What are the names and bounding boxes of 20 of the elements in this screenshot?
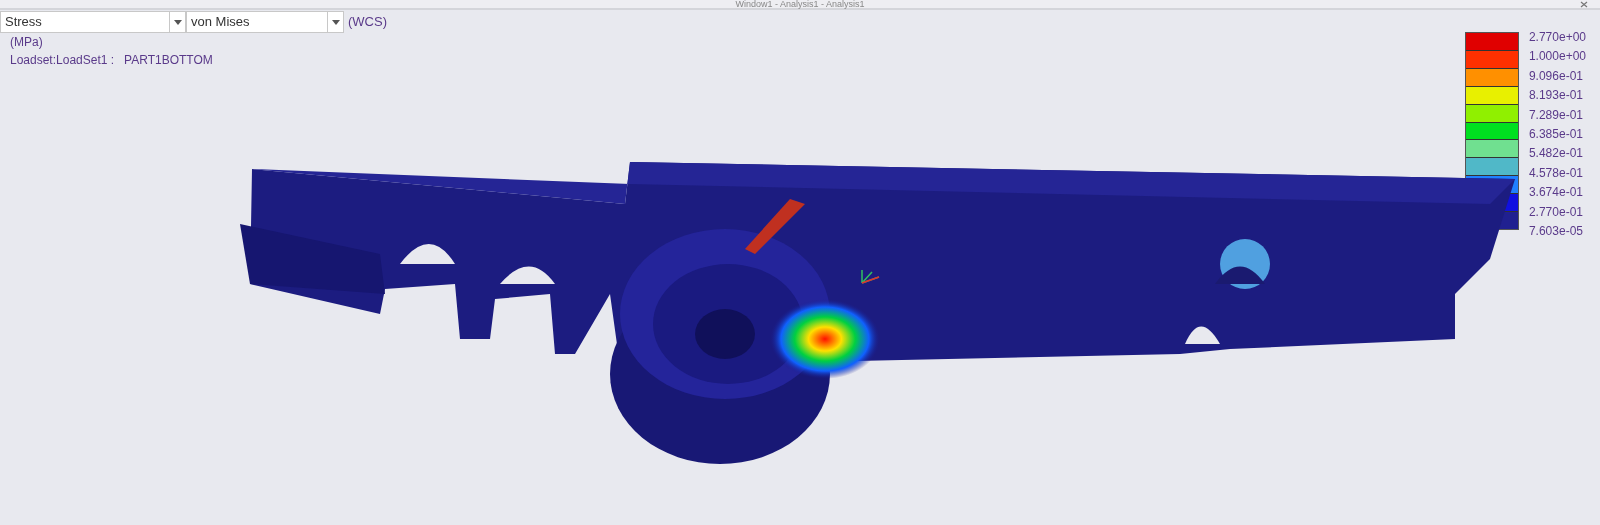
close-icon[interactable] (1580, 1, 1588, 8)
scale-value: 2.770e-01 (1528, 203, 1584, 221)
dropdown[interactable]: von Mises (186, 11, 344, 33)
scale-value: 9.096e-01 (1528, 67, 1584, 85)
dropdown[interactable]: Stress (0, 11, 186, 33)
scale-value: 7.289e-01 (1528, 106, 1584, 124)
scale-value: 8.193e-01 (1528, 87, 1584, 105)
scale-value: 4.578e-01 (1528, 164, 1584, 182)
caret-icon (331, 19, 340, 25)
units-label: (MPa) (10, 34, 43, 51)
coordinate-system-label: (WCS) (348, 13, 387, 32)
scale-value: 3.674e-01 (1528, 184, 1584, 202)
scale-value: 7.603e-05 (1528, 223, 1584, 241)
caret-icon (173, 19, 182, 25)
scale-value: 2.770e+00 (1528, 29, 1586, 46)
window-title: Window1 - Analysis1 - Analysis1 (735, 0, 865, 8)
scale-value: 6.385e-01 (1528, 126, 1584, 144)
loadset-label: Loadset:LoadSet1 : PART1BOTTOM (10, 52, 213, 69)
scale-value: 1.000e+00 (1528, 48, 1586, 66)
scale-value: 5.482e-01 (1528, 145, 1584, 163)
